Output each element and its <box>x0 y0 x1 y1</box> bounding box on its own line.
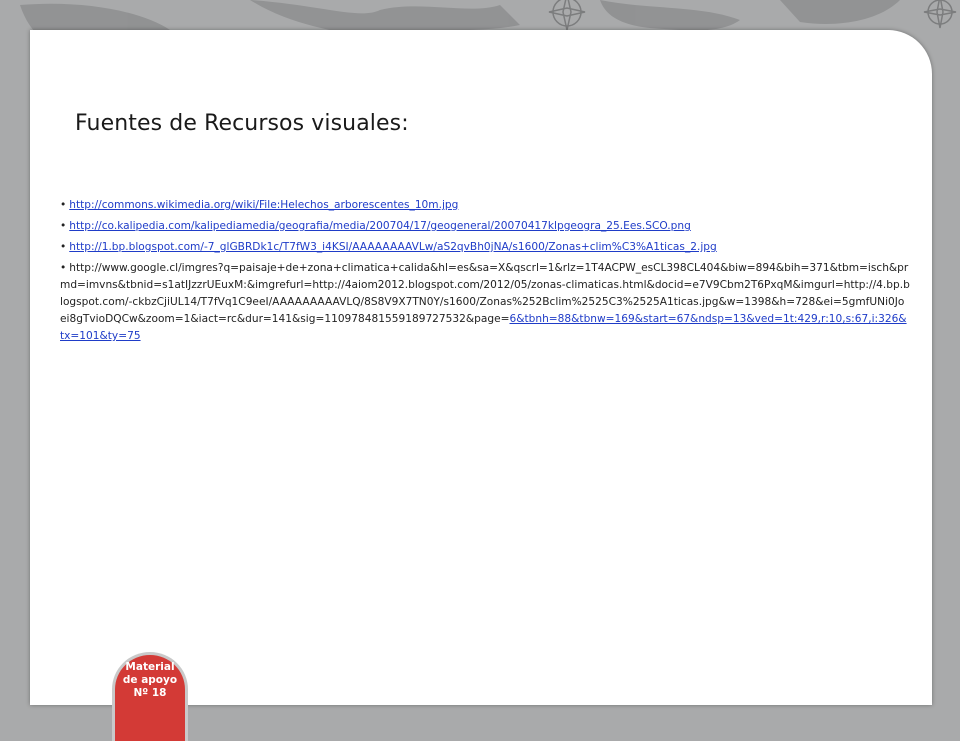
source-link[interactable]: http://co.kalipedia.com/kalipediamedia/g… <box>69 220 691 232</box>
material-badge: Material de apoyo Nº 18 <box>115 655 185 741</box>
badge-line: Material <box>125 661 175 673</box>
list-item: • http://co.kalipedia.com/kalipediamedia/… <box>60 218 910 235</box>
source-links-list: • http://commons.wikimedia.org/wiki/File:… <box>60 197 910 349</box>
bullet: • <box>60 199 67 211</box>
bullet: • <box>60 262 67 274</box>
badge-line: de apoyo <box>122 674 178 686</box>
bullet: • <box>60 241 67 253</box>
list-item: • http://www.google.cl/imgres?q=paisaje+d… <box>60 260 910 345</box>
source-link[interactable]: http://1.bp.blogspot.com/-7_glGBRDk1c/T7… <box>69 241 717 253</box>
list-item: • http://commons.wikimedia.org/wiki/File:… <box>60 197 910 214</box>
source-link[interactable]: http://commons.wikimedia.org/wiki/File:H… <box>69 199 458 211</box>
slide-title: Fuentes de Recursos visuales: <box>75 111 409 136</box>
bullet: • <box>60 220 67 232</box>
badge-line: Nº 18 <box>133 687 167 699</box>
list-item: • http://1.bp.blogspot.com/-7_glGBRDk1c/T… <box>60 239 910 256</box>
